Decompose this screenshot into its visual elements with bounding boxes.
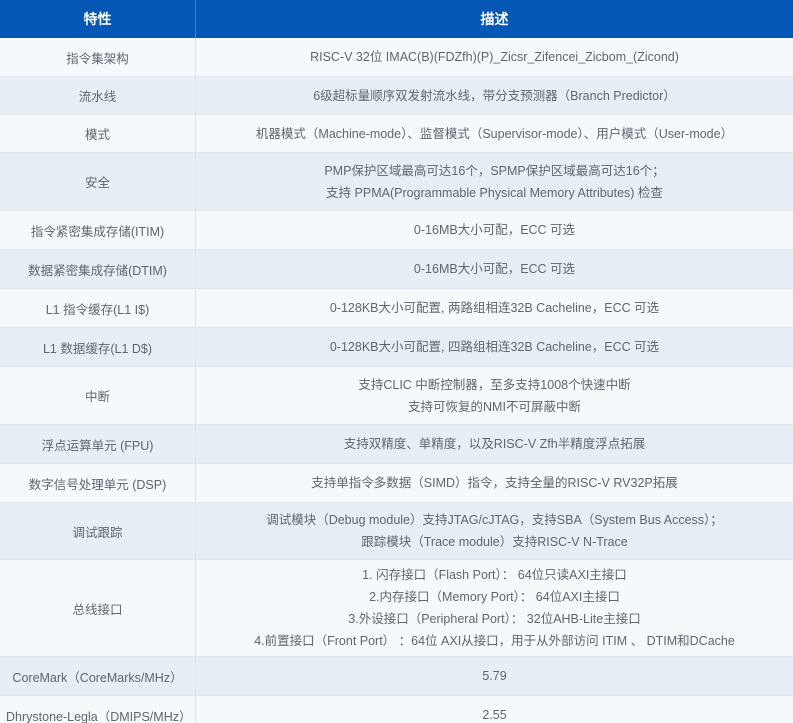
feature-cell: 调试跟踪 <box>0 503 196 559</box>
description-line: 支持单指令多数据（SIMD）指令，支持全量的RISC-V RV32P拓展 <box>311 472 677 494</box>
table-row: 流水线 6级超标量顺序双发射流水线，带分支预测器（Branch Predicto… <box>0 77 793 115</box>
description-line: 0-16MB大小可配，ECC 可选 <box>414 258 575 280</box>
table-row: 数据紧密集成存储(DTIM) 0-16MB大小可配，ECC 可选 <box>0 250 793 289</box>
table-header-row: 特性 描述 <box>0 0 793 38</box>
description-cell: 支持双精度、单精度，以及RISC-V Zfh半精度浮点拓展 <box>196 425 793 463</box>
table-row: 中断 支持CLIC 中断控制器，至多支持1008个快速中断支持可恢复的NMI不可… <box>0 367 793 425</box>
description-cell: 支持CLIC 中断控制器，至多支持1008个快速中断支持可恢复的NMI不可屏蔽中… <box>196 367 793 424</box>
description-cell: 支持单指令多数据（SIMD）指令，支持全量的RISC-V RV32P拓展 <box>196 464 793 502</box>
description-cell: 0-128KB大小可配置, 两路组相连32B Cacheline，ECC 可选 <box>196 289 793 327</box>
description-line: 机器模式（Machine-mode）、监督模式（Supervisor-mode）… <box>256 123 733 145</box>
header-description-cell: 描述 <box>196 0 793 38</box>
table-row: 数字信号处理单元 (DSP) 支持单指令多数据（SIMD）指令，支持全量的RIS… <box>0 464 793 503</box>
header-feature-cell: 特性 <box>0 0 196 38</box>
description-line: 0-128KB大小可配置, 两路组相连32B Cacheline，ECC 可选 <box>330 297 659 319</box>
feature-cell: CoreMark（CoreMarks/MHz） <box>0 657 196 695</box>
feature-cell: 数据紧密集成存储(DTIM) <box>0 250 196 288</box>
spec-table: 特性 描述 指令集架构 RISC-V 32位 IMAC(B)(FDZfh)(P)… <box>0 0 793 723</box>
description-line: 支持可恢复的NMI不可屏蔽中断 <box>408 396 581 418</box>
description-cell: 5.79 <box>196 657 793 695</box>
description-line: 1. 闪存接口（Flash Port）： 64位只读AXI主接口 <box>362 564 627 586</box>
table-row: 模式 机器模式（Machine-mode）、监督模式（Supervisor-mo… <box>0 115 793 153</box>
feature-cell: 浮点运算单元 (FPU) <box>0 425 196 463</box>
description-cell: 0-16MB大小可配，ECC 可选 <box>196 211 793 249</box>
description-line: 支持 PPMA(Programmable Physical Memory Att… <box>326 182 663 204</box>
table-row: L1 数据缓存(L1 D$) 0-128KB大小可配置, 四路组相连32B Ca… <box>0 328 793 367</box>
feature-cell: 总线接口 <box>0 560 196 656</box>
description-cell: RISC-V 32位 IMAC(B)(FDZfh)(P)_Zicsr_Zifen… <box>196 38 793 76</box>
description-line: 4.前置接口（Front Port） ：64位 AXI从接口，用于从外部访问 I… <box>254 630 735 652</box>
table-row: CoreMark（CoreMarks/MHz） 5.79 <box>0 657 793 696</box>
table-row: 总线接口 1. 闪存接口（Flash Port）： 64位只读AXI主接口2.内… <box>0 560 793 657</box>
description-line: 跟踪模块（Trace module）支持RISC-V N-Trace <box>361 531 627 553</box>
feature-cell: 安全 <box>0 153 196 210</box>
feature-cell: 模式 <box>0 115 196 152</box>
feature-cell: 数字信号处理单元 (DSP) <box>0 464 196 502</box>
description-line: 6级超标量顺序双发射流水线，带分支预测器（Branch Predictor） <box>313 85 676 107</box>
table-row: 指令紧密集成存储(ITIM) 0-16MB大小可配，ECC 可选 <box>0 211 793 250</box>
description-cell: 调试模块（Debug module）支持JTAG/cJTAG，支持SBA（Sys… <box>196 503 793 559</box>
table-row: L1 指令缓存(L1 I$) 0-128KB大小可配置, 两路组相连32B Ca… <box>0 289 793 328</box>
description-line: PMP保护区域最高可达16个，SPMP保护区域最高可达16个； <box>324 160 664 182</box>
feature-cell: 流水线 <box>0 77 196 114</box>
description-line: 调试模块（Debug module）支持JTAG/cJTAG，支持SBA（Sys… <box>266 509 723 531</box>
description-cell: 0-128KB大小可配置, 四路组相连32B Cacheline，ECC 可选 <box>196 328 793 366</box>
description-cell: 0-16MB大小可配，ECC 可选 <box>196 250 793 288</box>
description-line: 支持双精度、单精度，以及RISC-V Zfh半精度浮点拓展 <box>344 433 645 455</box>
feature-cell: L1 数据缓存(L1 D$) <box>0 328 196 366</box>
description-cell: 2.55 <box>196 696 793 723</box>
description-line: 2.55 <box>482 704 506 723</box>
description-cell: 1. 闪存接口（Flash Port）： 64位只读AXI主接口2.内存接口（M… <box>196 560 793 656</box>
description-cell: 6级超标量顺序双发射流水线，带分支预测器（Branch Predictor） <box>196 77 793 114</box>
feature-cell: Dhrystone-Legla（DMIPS/MHz） <box>0 696 196 723</box>
table-row: Dhrystone-Legla（DMIPS/MHz） 2.55 <box>0 696 793 723</box>
description-line: 5.79 <box>482 665 506 687</box>
feature-cell: 指令集架构 <box>0 38 196 76</box>
feature-cell: 指令紧密集成存储(ITIM) <box>0 211 196 249</box>
feature-cell: L1 指令缓存(L1 I$) <box>0 289 196 327</box>
table-row: 浮点运算单元 (FPU) 支持双精度、单精度，以及RISC-V Zfh半精度浮点… <box>0 425 793 464</box>
description-cell: PMP保护区域最高可达16个，SPMP保护区域最高可达16个；支持 PPMA(P… <box>196 153 793 210</box>
description-line: RISC-V 32位 IMAC(B)(FDZfh)(P)_Zicsr_Zifen… <box>310 46 679 68</box>
description-line: 2.内存接口（Memory Port）： 64位AXI主接口 <box>369 586 620 608</box>
description-line: 3.外设接口（Peripheral Port）： 32位AHB-Lite主接口 <box>348 608 640 630</box>
description-line: 0-16MB大小可配，ECC 可选 <box>414 219 575 241</box>
feature-cell: 中断 <box>0 367 196 424</box>
description-line: 0-128KB大小可配置, 四路组相连32B Cacheline，ECC 可选 <box>330 336 659 358</box>
table-body: 指令集架构 RISC-V 32位 IMAC(B)(FDZfh)(P)_Zicsr… <box>0 38 793 723</box>
description-line: 支持CLIC 中断控制器，至多支持1008个快速中断 <box>358 374 630 396</box>
table-row: 指令集架构 RISC-V 32位 IMAC(B)(FDZfh)(P)_Zicsr… <box>0 38 793 77</box>
table-row: 安全 PMP保护区域最高可达16个，SPMP保护区域最高可达16个；支持 PPM… <box>0 153 793 211</box>
table-row: 调试跟踪 调试模块（Debug module）支持JTAG/cJTAG，支持SB… <box>0 503 793 560</box>
description-cell: 机器模式（Machine-mode）、监督模式（Supervisor-mode）… <box>196 115 793 152</box>
